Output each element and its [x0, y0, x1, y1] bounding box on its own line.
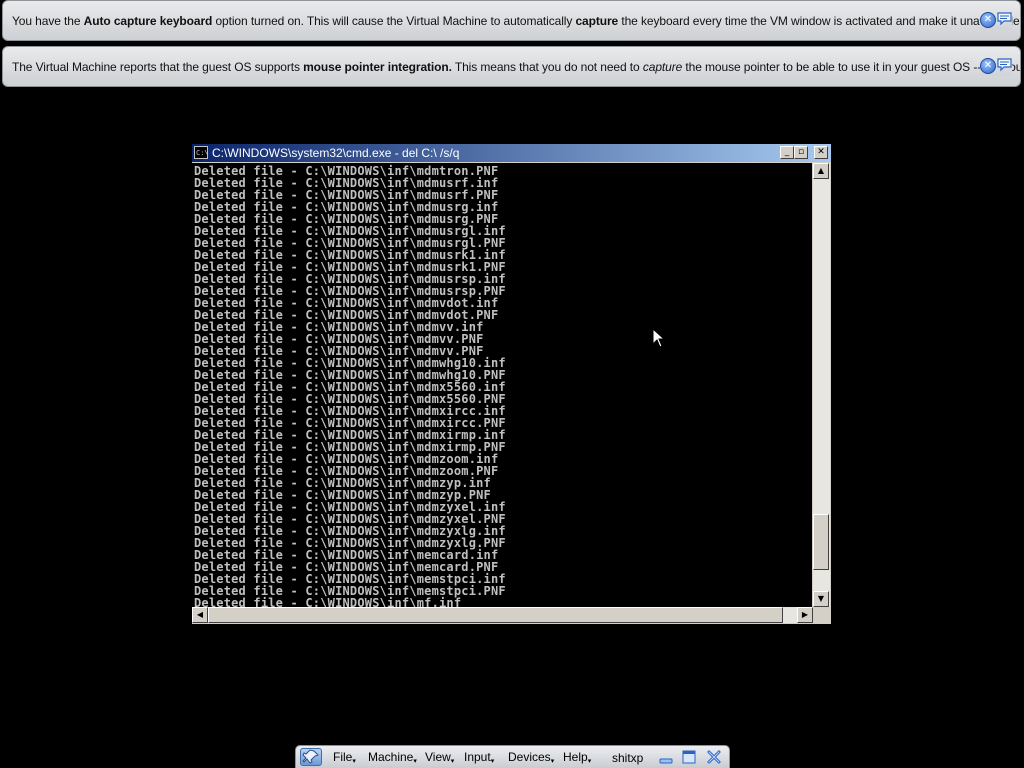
- notice-text: You have the Auto capture keyboard optio…: [12, 14, 1021, 28]
- cmd-window[interactable]: C:\ C:\WINDOWS\system32\cmd.exe - del C:…: [192, 144, 831, 624]
- menu-file[interactable]: File▾: [333, 750, 356, 765]
- notice-text-part: option turned on. This will cause the Vi…: [212, 14, 576, 28]
- restore-icon[interactable]: [681, 749, 697, 765]
- menu-label: Help: [563, 750, 588, 764]
- scroll-up-button[interactable]: ▲: [813, 163, 829, 179]
- scrollbar-corner: [813, 607, 830, 623]
- chevron-down-icon: ▾: [550, 758, 555, 765]
- scroll-down-button[interactable]: ▼: [813, 591, 829, 607]
- console-lines: Deleted file - C:\WINDOWS\inf\mdmtron.PN…: [194, 165, 506, 607]
- vm-mini-toolbar: File▾ Machine▾ View▾ Input▾ Devices▾ Hel…: [295, 745, 730, 768]
- console-output[interactable]: Deleted file - C:\WINDOWS\inf\mdmtron.PN…: [192, 163, 812, 607]
- menu-help[interactable]: Help▾: [563, 750, 591, 765]
- cmd-app-icon[interactable]: C:\: [194, 146, 208, 159]
- notice-text-part: The Virtual Machine reports that the gue…: [12, 60, 304, 74]
- scroll-left-button[interactable]: ◀: [192, 607, 208, 623]
- vertical-scrollbar[interactable]: ▲ ▼: [813, 163, 830, 607]
- window-title: C:\WINDOWS\system32\cmd.exe - del C:\ /s…: [212, 146, 460, 160]
- notice-text-bold: Auto capture keyboard: [83, 14, 213, 28]
- mouse-integration-notice: The Virtual Machine reports that the gue…: [2, 46, 1021, 87]
- console-line: Deleted file - C:\WINDOWS\inf\mf.inf: [194, 596, 462, 607]
- minimize-button[interactable]: _: [780, 146, 794, 159]
- vm-display[interactable]: You have the Auto capture keyboard optio…: [0, 0, 1024, 768]
- close-icon[interactable]: ✕: [980, 58, 996, 74]
- notice-text-bold: mouse pointer integration.: [303, 60, 452, 74]
- menu-machine[interactable]: Machine▾: [368, 750, 417, 765]
- chevron-down-icon: ▾: [413, 758, 417, 765]
- vertical-scroll-thumb[interactable]: [813, 514, 829, 570]
- notice-text-part: the mouse pointer to be able to use it i…: [682, 60, 1021, 74]
- minimize-icon[interactable]: [658, 749, 674, 765]
- close-button[interactable]: ✕: [814, 146, 828, 159]
- notice-text: The Virtual Machine reports that the gue…: [12, 60, 1021, 74]
- notice-text-part: This means that you do not need to: [451, 60, 643, 74]
- notice-actions: ✕: [980, 58, 1012, 76]
- chevron-down-icon: ▾: [352, 758, 356, 765]
- scroll-right-button[interactable]: ▶: [797, 607, 813, 623]
- chevron-down-icon: ▾: [490, 758, 495, 765]
- message-icon[interactable]: [997, 58, 1012, 72]
- keyboard-capture-notice: You have the Auto capture keyboard optio…: [2, 0, 1021, 41]
- menu-label: File: [333, 750, 353, 764]
- menu-input[interactable]: Input▾: [464, 750, 494, 765]
- chevron-down-icon: ▾: [450, 758, 455, 765]
- notice-text-part: the keyboard every time the VM window is…: [618, 14, 1021, 28]
- notice-text-part: You have the: [12, 14, 84, 28]
- notice-actions: ✕: [980, 12, 1012, 30]
- menu-view[interactable]: View▾: [425, 750, 454, 765]
- chevron-down-icon: ▾: [587, 758, 592, 765]
- menu-label: Devices: [508, 750, 551, 764]
- menu-label: View: [425, 750, 451, 764]
- maximize-button[interactable]: ▫: [794, 146, 808, 159]
- mouse-pointer-icon: [652, 328, 666, 348]
- menu-devices[interactable]: Devices▾: [508, 750, 554, 765]
- cmd-titlebar[interactable]: C:\ C:\WINDOWS\system32\cmd.exe - del C:…: [192, 144, 831, 162]
- horizontal-scroll-thumb[interactable]: [208, 607, 783, 623]
- notice-text-italic: capture: [642, 60, 683, 74]
- message-icon[interactable]: [997, 12, 1012, 26]
- notice-text-bold: capture: [575, 14, 619, 28]
- pin-icon[interactable]: [300, 748, 322, 766]
- close-icon[interactable]: ✕: [980, 12, 996, 28]
- vm-name-label: shitxp: [612, 751, 644, 765]
- menu-label: Machine: [368, 750, 414, 764]
- horizontal-scrollbar[interactable]: ◀ ▶: [192, 607, 813, 623]
- close-icon[interactable]: [706, 749, 722, 765]
- menu-label: Input: [464, 750, 491, 764]
